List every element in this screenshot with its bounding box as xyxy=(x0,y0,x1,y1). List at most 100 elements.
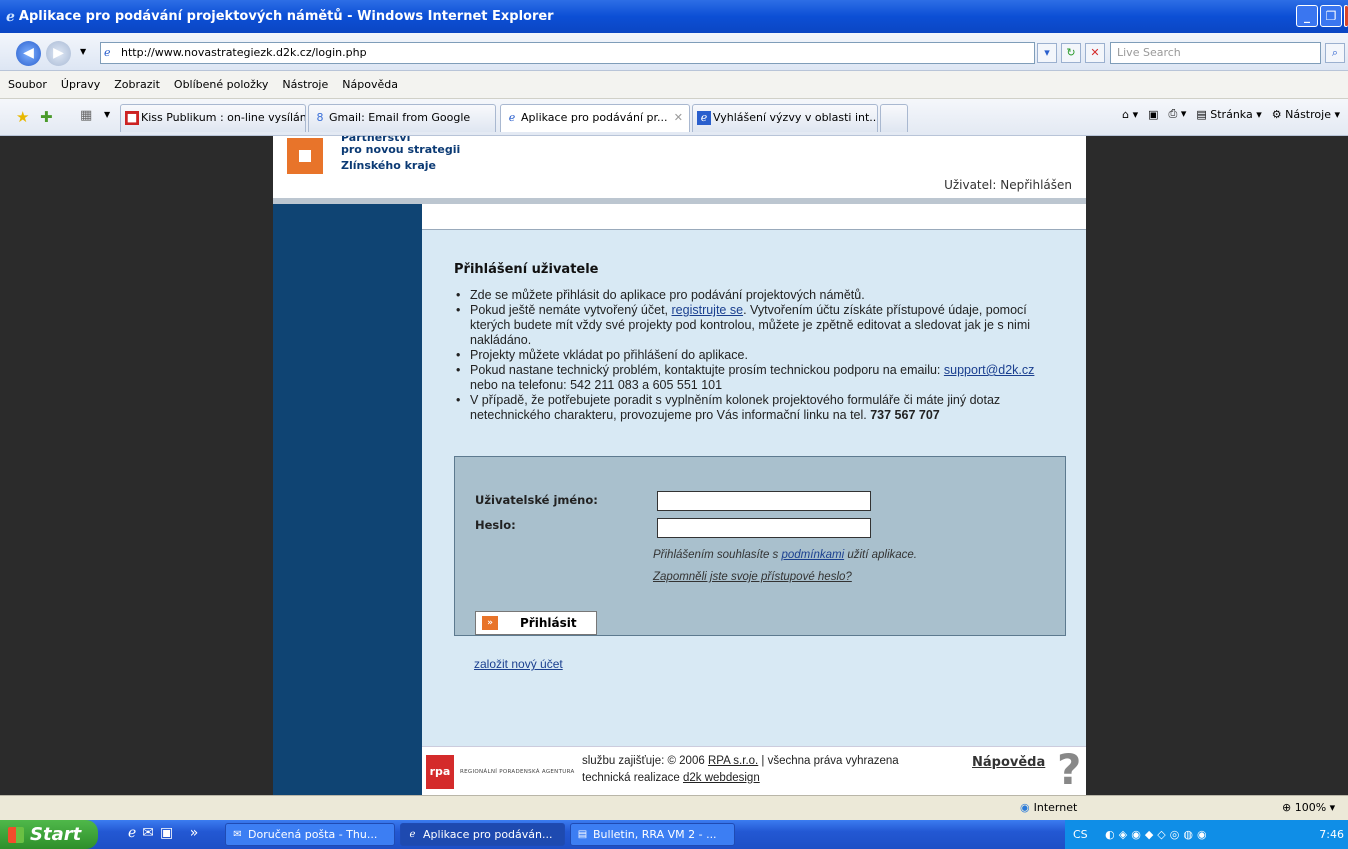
forward-button[interactable]: ▶ xyxy=(46,41,71,66)
login-button-label: Přihlásit xyxy=(520,616,577,630)
feeds-icon[interactable]: ▣ xyxy=(1148,108,1158,121)
tab-kiss[interactable]: ■ Kiss Publikum : on-line vysílán... xyxy=(120,104,306,132)
tab-list-icon[interactable]: ▼ xyxy=(104,110,110,119)
system-tray: CS ◐◈◉◆◇◎◍◉ 7:46 xyxy=(1065,820,1348,849)
menu-zobrazit[interactable]: Zobrazit xyxy=(114,78,160,91)
start-button[interactable]: Start xyxy=(0,820,98,849)
d2k-link[interactable]: d2k webdesign xyxy=(683,772,760,784)
new-account-link[interactable]: založit nový účet xyxy=(474,657,563,671)
terms-note: Přihlášením souhlasíte s podmínkami užit… xyxy=(653,549,917,561)
address-field[interactable]: ℯ http://www.novastrategiezk.d2k.cz/logi… xyxy=(100,42,1035,64)
security-zone[interactable]: ◉ Internet xyxy=(1020,801,1077,814)
help-question-icon[interactable]: ? xyxy=(1057,745,1081,794)
top-strip xyxy=(422,204,1086,230)
task-thunderbird[interactable]: ✉ Doručená pošta - Thu... xyxy=(225,823,395,846)
menu-oblibene[interactable]: Oblíbené položky xyxy=(174,78,269,91)
new-tab-button[interactable] xyxy=(880,104,908,132)
print-icon[interactable]: ⎙ ▾ xyxy=(1169,107,1187,121)
globe-icon: ◉ xyxy=(1020,801,1030,814)
close-button[interactable] xyxy=(1344,5,1348,27)
login-form: Uživatelské jméno: Heslo: Přihlášením so… xyxy=(454,456,1066,636)
register-link[interactable]: registrujte se xyxy=(672,303,744,317)
page-title: Přihlášení uživatele xyxy=(454,262,599,277)
search-icon[interactable]: ⌕ xyxy=(1325,43,1345,63)
ie-icon: ℯ xyxy=(409,829,416,840)
page-menu-label: Stránka xyxy=(1210,107,1253,121)
page-menu[interactable]: ▤ Stránka ▾ xyxy=(1196,108,1261,121)
clock[interactable]: 7:46 xyxy=(1319,820,1344,849)
tools-menu-label: Nástroje xyxy=(1285,107,1331,121)
list-item: Projekty můžete vkládat po přihlášení do… xyxy=(454,348,1064,363)
support-email-link[interactable]: support@d2k.cz xyxy=(944,363,1035,377)
menu-upravy[interactable]: Úpravy xyxy=(61,78,100,91)
terms-text: Přihlášením souhlasíte s xyxy=(653,549,782,561)
site-header: Partnerství pro novou strategii Zlínskéh… xyxy=(273,136,1086,198)
task-label: Doručená pošta - Thu... xyxy=(248,828,378,841)
tools-menu[interactable]: ⚙ Nástroje ▾ xyxy=(1272,108,1340,121)
username-input[interactable] xyxy=(657,491,871,511)
add-favorite-icon[interactable]: ✚ xyxy=(40,108,53,126)
site-logo-text[interactable]: Partnerství pro novou strategii Zlínskéh… xyxy=(341,136,460,174)
favorites-star-icon[interactable]: ★ xyxy=(16,108,29,126)
menu-nastroje[interactable]: Nástroje xyxy=(282,78,328,91)
window-title: Aplikace pro podávání projektových námět… xyxy=(18,9,554,24)
tab-aplikace[interactable]: ℯ Aplikace pro podávání pr... ✕ xyxy=(500,104,690,132)
footer-text: technická realizace xyxy=(582,772,683,784)
logo-line: Partnerství xyxy=(341,136,411,144)
zone-label: Internet xyxy=(1033,801,1078,814)
ie-icon: ℯ xyxy=(697,111,711,125)
user-status: Uživatel: Nepřihlášen xyxy=(944,178,1072,192)
tab-gmail[interactable]: 8 Gmail: Email from Google xyxy=(308,104,496,132)
password-input[interactable] xyxy=(657,518,871,538)
status-bar: ◉ Internet ⊕ 100% ▾ xyxy=(0,795,1348,820)
stop-icon[interactable]: ✕ xyxy=(1085,43,1105,63)
close-tab-icon[interactable]: ✕ xyxy=(674,105,683,131)
footer-credits: službu zajišťuje: © 2006 RPA s.r.o. | vš… xyxy=(582,753,899,787)
url-text: http://www.novastrategiezk.d2k.cz/login.… xyxy=(121,46,367,59)
agency-name: REGIONÁLNÍ PORADENSKÁ AGENTURA xyxy=(460,769,575,775)
tab-label: Gmail: Email from Google xyxy=(329,111,471,124)
maximize-button[interactable]: ❐ xyxy=(1320,5,1342,27)
bullet-text: Pokud ještě nemáte vytvořený účet, xyxy=(470,303,672,317)
tray-icons[interactable]: ◐◈◉◆◇◎◍◉ xyxy=(1105,828,1210,841)
windows-taskbar: Start ℯ✉▣ » ✉ Doručená pošta - Thu... ℯ Ap… xyxy=(0,820,1348,849)
address-toolbar: ◀ ▶ ▼ ℯ http://www.novastrategiezk.d2k.c… xyxy=(0,33,1348,71)
tab-label: Vyhlášení výzvy v oblasti int... xyxy=(713,111,878,124)
quick-launch[interactable]: ℯ✉▣ » xyxy=(128,825,204,841)
address-dropdown-icon[interactable]: ▾ xyxy=(1037,43,1057,63)
terms-link[interactable]: podmínkami xyxy=(781,549,844,561)
history-dropdown-icon[interactable]: ▼ xyxy=(80,47,86,56)
tab-label: Kiss Publikum : on-line vysílán... xyxy=(141,111,306,124)
command-bar: ⌂ ▾ ▣ ⎙ ▾ ▤ Stránka ▾ ⚙ Nástroje ▾ xyxy=(1122,107,1340,121)
list-item: Pokud ještě nemáte vytvořený účet, regis… xyxy=(454,303,1064,348)
back-button[interactable]: ◀ xyxy=(16,41,41,66)
ie-icon: ℯ xyxy=(6,8,15,25)
home-icon[interactable]: ⌂ ▾ xyxy=(1122,108,1138,121)
ie-icon: ℯ xyxy=(508,111,516,124)
mail-icon: ✉ xyxy=(233,829,242,840)
terms-text: užití aplikace. xyxy=(844,549,917,561)
tab-vyhlaseni[interactable]: ℯ Vyhlášení výzvy v oblasti int... xyxy=(692,104,878,132)
task-ie[interactable]: ℯ Aplikace pro podáván... xyxy=(400,823,565,846)
refresh-icon[interactable]: ↻ xyxy=(1061,43,1081,63)
footer-line-1: službu zajišťuje: © 2006 RPA s.r.o. | vš… xyxy=(582,753,899,770)
forgot-password-link[interactable]: Zapomněli jste svoje přístupové heslo? xyxy=(653,571,852,583)
help-link[interactable]: Nápověda xyxy=(972,755,1045,770)
menu-napoveda[interactable]: Nápověda xyxy=(342,78,398,91)
tab-label: Aplikace pro podávání pr... xyxy=(521,111,668,124)
footer-text: | všechna práva vyhrazena xyxy=(758,755,899,767)
minimize-button[interactable]: _ xyxy=(1296,5,1318,27)
username-label: Uživatelské jméno: xyxy=(475,493,598,507)
task-word[interactable]: ▤ Bulletin, RRA VM 2 - ... xyxy=(570,823,735,846)
menu-soubor[interactable]: Soubor xyxy=(8,78,47,91)
rpa-logo-icon: rpa xyxy=(426,755,454,789)
language-indicator[interactable]: CS xyxy=(1073,828,1088,841)
zoom-level[interactable]: ⊕ 100% ▾ xyxy=(1282,801,1335,814)
browser-viewport: Partnerství pro novou strategii Zlínskéh… xyxy=(0,136,1348,795)
search-input[interactable]: Live Search xyxy=(1110,42,1321,64)
info-phone: 737 567 707 xyxy=(870,408,940,422)
task-label: Bulletin, RRA VM 2 - ... xyxy=(593,828,717,841)
login-button[interactable]: » Přihlásit xyxy=(475,611,597,635)
quick-tabs-icon[interactable]: ▦ xyxy=(80,108,92,123)
rpa-link[interactable]: RPA s.r.o. xyxy=(708,755,758,767)
